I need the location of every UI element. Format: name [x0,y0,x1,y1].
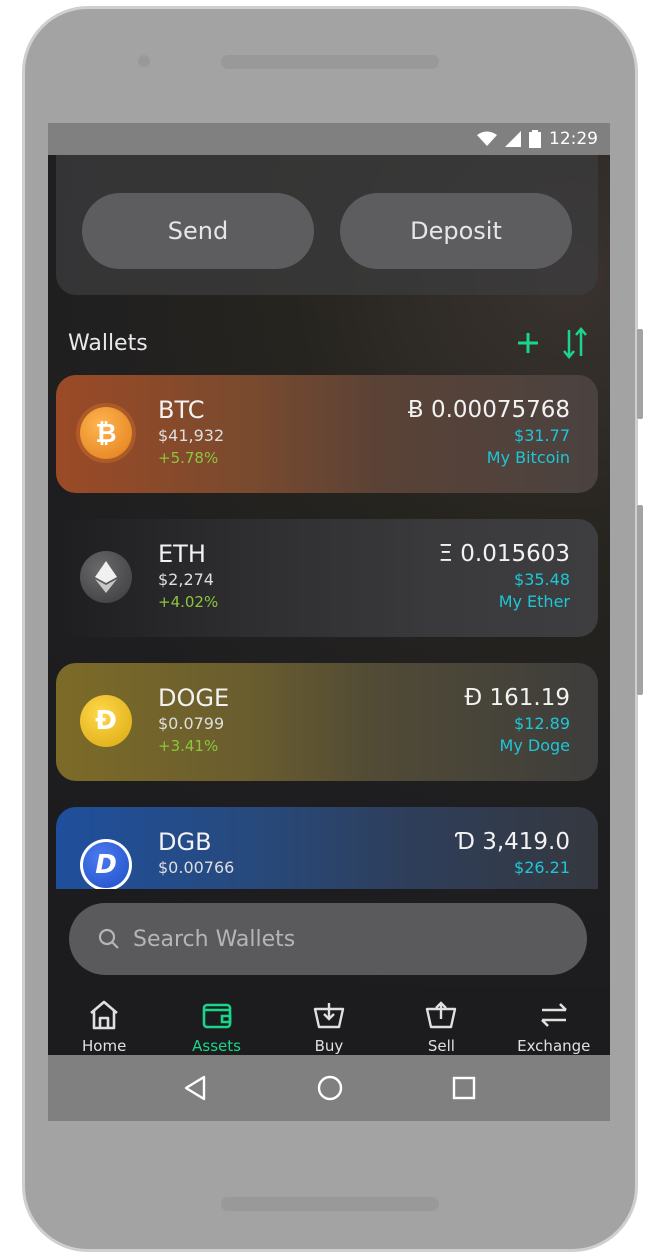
wallet-card-dgb[interactable]: D DGB $0.00766 Ɗ 3,419.0 $26.21 [56,807,598,889]
nav-label-sell: Sell [427,1037,455,1055]
ethereum-diamond-icon [95,561,117,593]
digibyte-icon: D [80,839,132,889]
wallet-symbol: DOGE [158,684,230,712]
wallet-usd-value: $12.89 [514,714,570,733]
wallet-usd-value: $35.48 [514,570,570,589]
front-camera [138,55,150,67]
home-icon [90,1000,119,1030]
buy-basket-icon [313,1003,345,1029]
sell-basket-icon [426,1001,457,1029]
action-card: Send Deposit [56,155,598,295]
search-wallets-input[interactable]: Search Wallets [69,903,587,975]
wallets-header: Wallets [68,327,588,359]
wallet-balance: Ξ 0.015603 [438,541,570,567]
app-content: Send Deposit Wallets ₿ BTC $41,932 +5.78… [48,155,610,1055]
dogecoin-icon: Đ [80,695,132,747]
wallet-symbol: ETH [158,540,206,568]
wallet-change: +4.02% [158,593,219,611]
exchange-icon [540,1003,567,1027]
wallet-symbol: DGB [158,828,212,856]
recents-icon[interactable] [452,1076,476,1100]
battery-icon [529,130,541,148]
wallet-icon [202,1003,231,1029]
wallet-card-doge[interactable]: Đ DOGE $0.0799 +3.41% Đ 161.19 $12.89 My… [56,663,598,781]
nav-assets[interactable]: Assets [167,999,267,1055]
bitcoin-icon: ₿ [80,407,132,459]
wallets-title: Wallets [68,330,148,356]
wallet-name: My Doge [499,736,570,755]
nav-label-home: Home [82,1037,127,1055]
bottom-navigation: Home Assets Buy Sell Exchange [48,987,610,1055]
send-button[interactable]: Send [82,193,314,269]
nav-label-exchange: Exchange [517,1037,591,1055]
wallet-change: +5.78% [158,449,219,467]
wallet-balance: Đ 161.19 [464,685,570,711]
deposit-button[interactable]: Deposit [340,193,572,269]
wifi-icon [477,131,497,146]
power-button [637,505,643,695]
status-bar: 12:29 [48,123,610,155]
wallet-balance: Ɗ 3,419.0 [456,829,570,855]
volume-button [637,329,643,419]
status-time: 12:29 [549,129,598,149]
system-navigation-bar [48,1055,610,1121]
wallet-price: $0.00766 [158,858,235,877]
screen: 12:29 Send Deposit Wallets ₿ BTC $41,932… [48,123,610,1121]
cell-signal-icon [505,131,521,147]
home-circle-icon[interactable] [316,1074,344,1102]
nav-buy[interactable]: Buy [279,999,379,1055]
wallet-price: $2,274 [158,570,214,589]
bottom-speaker [221,1197,439,1211]
earpiece-speaker [221,55,439,69]
wallet-name: My Ether [498,592,570,611]
wallet-balance: Ƀ 0.00075768 [407,397,570,423]
wallet-card-eth[interactable]: ETH $2,274 +4.02% Ξ 0.015603 $35.48 My E… [56,519,598,637]
back-icon[interactable] [182,1075,208,1101]
wallet-symbol: BTC [158,396,205,424]
wallet-usd-value: $26.21 [514,858,570,877]
wallet-name: My Bitcoin [486,448,570,467]
search-placeholder: Search Wallets [133,926,296,952]
nav-sell[interactable]: Sell [391,999,491,1055]
wallet-usd-value: $31.77 [514,426,570,445]
nav-label-buy: Buy [314,1037,344,1055]
add-wallet-icon[interactable] [516,331,540,355]
nav-home[interactable]: Home [54,999,154,1055]
search-icon [98,928,119,949]
sort-icon[interactable] [562,326,588,360]
ethereum-icon [80,551,132,603]
wallet-change: +3.41% [158,737,219,755]
wallet-card-btc[interactable]: ₿ BTC $41,932 +5.78% Ƀ 0.00075768 $31.77… [56,375,598,493]
wallet-price: $0.0799 [158,714,225,733]
wallet-price: $41,932 [158,426,225,445]
nav-label-assets: Assets [192,1037,241,1055]
nav-exchange[interactable]: Exchange [504,999,604,1055]
